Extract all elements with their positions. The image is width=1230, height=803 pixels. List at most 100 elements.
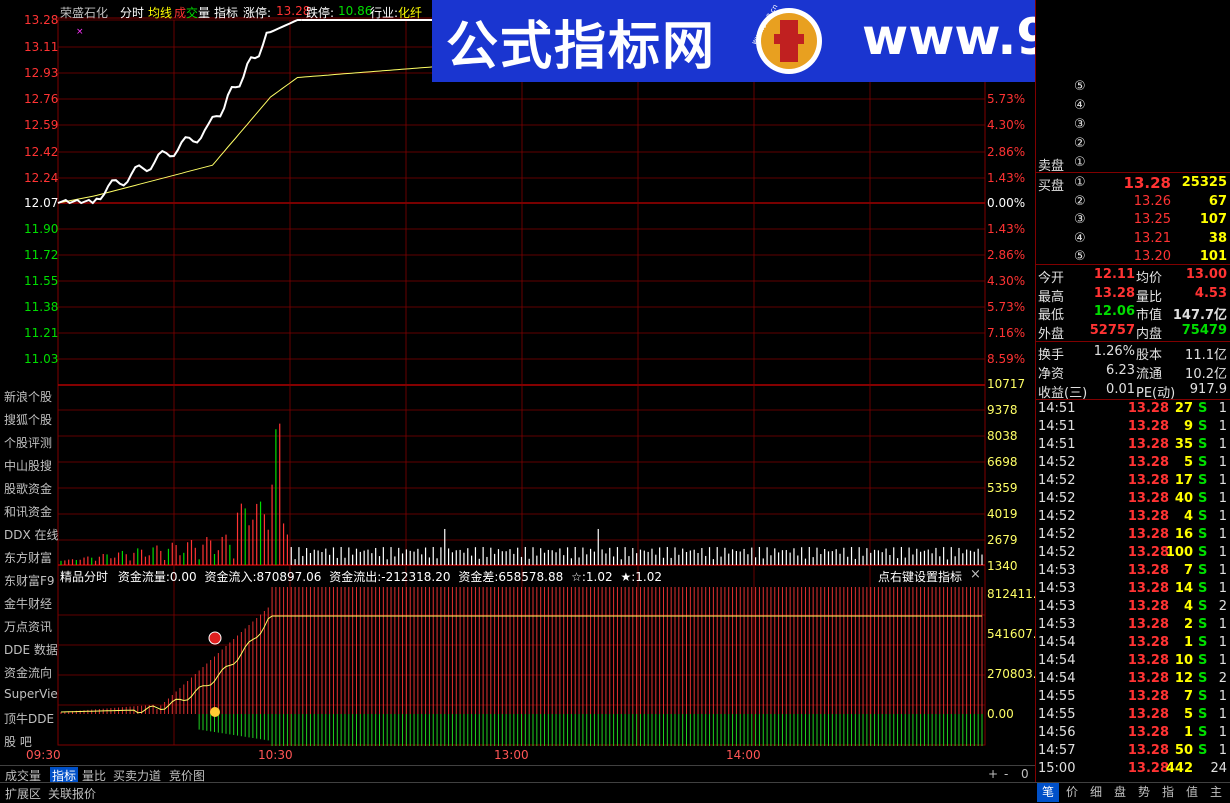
tick-side: S bbox=[1198, 725, 1208, 740]
stats-value: 1.26% bbox=[1093, 344, 1135, 359]
percent-axis-label: 8.59% bbox=[987, 352, 1026, 366]
tick-row: 14:51 13.28 27 S 1 bbox=[1036, 400, 1230, 418]
tick-row: 14:57 13.28 50 S 1 bbox=[1036, 742, 1230, 760]
side-menu-item[interactable]: DDX 在线 bbox=[4, 526, 59, 543]
tick-time: 14:55 bbox=[1038, 707, 1076, 722]
marker-x: × bbox=[76, 27, 84, 37]
chart-area[interactable]: × bbox=[0, 0, 1035, 765]
side-menu-item[interactable]: DDE 数据 bbox=[4, 641, 58, 658]
right-tab-7[interactable]: 主 bbox=[1205, 783, 1227, 802]
tick-volume: 2 bbox=[1183, 617, 1193, 632]
tick-row: 14:51 13.28 9 S 1 bbox=[1036, 418, 1230, 436]
price-axis-label: 12.59 bbox=[24, 118, 59, 132]
tick-volume: 50 bbox=[1174, 743, 1193, 758]
buy-level-row: ④ 13.21 38 bbox=[1036, 230, 1230, 248]
tick-count: 1 bbox=[1218, 401, 1227, 416]
chart-canvas[interactable]: × bbox=[0, 0, 1035, 765]
sell-level-row: ③ bbox=[1036, 116, 1230, 134]
side-menu-item[interactable]: 万点资讯 bbox=[4, 618, 52, 635]
tick-time: 14:54 bbox=[1038, 653, 1076, 668]
tick-price: 13.28 bbox=[1127, 671, 1169, 686]
mode-label[interactable]: 分时 bbox=[120, 4, 144, 21]
side-menu-item[interactable]: 金牛财经 bbox=[4, 595, 52, 612]
side-menu-item[interactable]: 股歌资金 bbox=[4, 480, 52, 497]
percent-axis-label: 4.30% bbox=[987, 274, 1026, 288]
tick-price: 13.28 bbox=[1127, 707, 1169, 722]
vol-label-a[interactable]: 成 bbox=[174, 4, 186, 21]
tick-price: 13.28 bbox=[1127, 473, 1169, 488]
stock-name: 荣盛石化 bbox=[60, 6, 109, 20]
tick-row: 15:00 13.28 442 24 bbox=[1036, 760, 1230, 778]
side-menu-item[interactable]: 中山股搜 bbox=[4, 457, 52, 474]
side-menu-item[interactable]: 个股评测 bbox=[4, 434, 52, 451]
tick-time: 14:52 bbox=[1038, 491, 1076, 506]
tick-time: 14:57 bbox=[1038, 743, 1076, 758]
sell-level-index: ③ bbox=[1074, 117, 1086, 132]
buy-level-row: 买盘 ① 13.28 25325 bbox=[1036, 174, 1230, 194]
industry-value[interactable]: 化纤 bbox=[398, 4, 422, 21]
buy-level-index: ⑤ bbox=[1074, 249, 1086, 264]
side-menu-item[interactable]: SuperVie bbox=[4, 687, 58, 701]
tick-row: 14:53 13.28 4 S 2 bbox=[1036, 598, 1230, 616]
right-tab-6[interactable]: 值 bbox=[1181, 783, 1203, 802]
percent-axis-label: 1.43% bbox=[987, 222, 1026, 236]
tick-volume: 5 bbox=[1183, 707, 1193, 722]
side-menu-item[interactable]: 和讯资金 bbox=[4, 503, 52, 520]
tick-count: 1 bbox=[1218, 581, 1227, 596]
buy-level-index: ③ bbox=[1074, 212, 1086, 227]
quote-value: 147.7亿 bbox=[1172, 308, 1227, 323]
tick-row: 14:55 13.28 5 S 1 bbox=[1036, 706, 1230, 724]
side-menu-item[interactable]: 东财富F9 bbox=[4, 572, 55, 589]
side-menu-item[interactable]: 资金流向 bbox=[4, 664, 52, 681]
quote-label: 市值 bbox=[1136, 308, 1163, 323]
avg-label[interactable]: 均线 bbox=[148, 4, 172, 21]
tick-side: S bbox=[1198, 545, 1208, 560]
time-axis-label: 13:00 bbox=[494, 748, 529, 762]
stats-label: 净资 bbox=[1038, 367, 1065, 382]
stats-row: 换手 1.26% 股本 11.1亿 bbox=[1036, 343, 1230, 363]
right-tab-1[interactable]: 价 bbox=[1061, 783, 1083, 802]
right-tab-4[interactable]: 势 bbox=[1133, 783, 1155, 802]
buy-level-index: ① bbox=[1074, 175, 1086, 190]
quote-row: 今开 12.11 均价 13.00 bbox=[1036, 266, 1230, 286]
watermark-logo-icon bbox=[756, 8, 822, 74]
indicator-axis-label: 0.00 bbox=[987, 707, 1014, 721]
side-menu-item[interactable]: 东方财富 bbox=[4, 549, 52, 566]
price-axis-label: 13.28 bbox=[24, 13, 59, 27]
side-menu-item[interactable]: 新浪个股 bbox=[4, 388, 52, 405]
indicator-close-icon[interactable]: × bbox=[970, 567, 981, 582]
tick-row: 14:54 13.28 10 S 1 bbox=[1036, 652, 1230, 670]
tick-count: 1 bbox=[1218, 635, 1227, 650]
star-solid-value: 1.02 bbox=[635, 570, 662, 584]
tick-time: 14:51 bbox=[1038, 419, 1076, 434]
right-tab-3[interactable]: 盘 bbox=[1109, 783, 1131, 802]
right-tab-5[interactable]: 指 bbox=[1157, 783, 1179, 802]
vol-label-c[interactable]: 量 bbox=[198, 4, 210, 21]
tick-time: 15:00 bbox=[1038, 761, 1076, 776]
tab-related-quotes[interactable]: 关联报价 bbox=[48, 785, 96, 802]
quote-label: 今开 bbox=[1038, 271, 1065, 286]
tick-time: 14:52 bbox=[1038, 545, 1076, 560]
price-axis-label: 11.38 bbox=[24, 300, 59, 314]
side-menu-item[interactable]: 顶牛DDE bbox=[4, 710, 54, 727]
zoom-out-button[interactable]: - bbox=[1004, 767, 1008, 781]
tick-side: S bbox=[1198, 491, 1208, 506]
right-tab-0[interactable]: 笔 bbox=[1037, 783, 1059, 802]
side-menu-item[interactable]: 搜狐个股 bbox=[4, 411, 52, 428]
buy-price: 13.20 bbox=[1133, 249, 1171, 264]
percent-axis-label: 2.86% bbox=[987, 145, 1026, 159]
tick-volume: 1 bbox=[1183, 635, 1193, 650]
zoom-reset-button[interactable]: 0 bbox=[1021, 767, 1029, 781]
tick-count: 1 bbox=[1218, 653, 1227, 668]
tab-extension-area[interactable]: 扩展区 bbox=[5, 785, 41, 802]
quote-panel: ⑤ ④ ③ ② 卖盘 ① 买盘 ① 13.28 25325 ② 13.26 67 ③ 13.25 107 ④ 13… bbox=[1035, 0, 1230, 782]
right-tab-2[interactable]: 细 bbox=[1085, 783, 1107, 802]
tick-row: 14:54 13.28 12 S 2 bbox=[1036, 670, 1230, 688]
indicator-label[interactable]: 指标 bbox=[214, 4, 238, 21]
sell-level-row: ② bbox=[1036, 135, 1230, 153]
indicator-title[interactable]: 精品分时 bbox=[60, 570, 108, 584]
indicator-hint[interactable]: 点右键设置指标 bbox=[878, 568, 962, 585]
vol-label-b[interactable]: 交 bbox=[186, 4, 198, 21]
zoom-in-button[interactable]: + bbox=[988, 767, 998, 781]
in-label: 资金流入: bbox=[204, 570, 257, 584]
